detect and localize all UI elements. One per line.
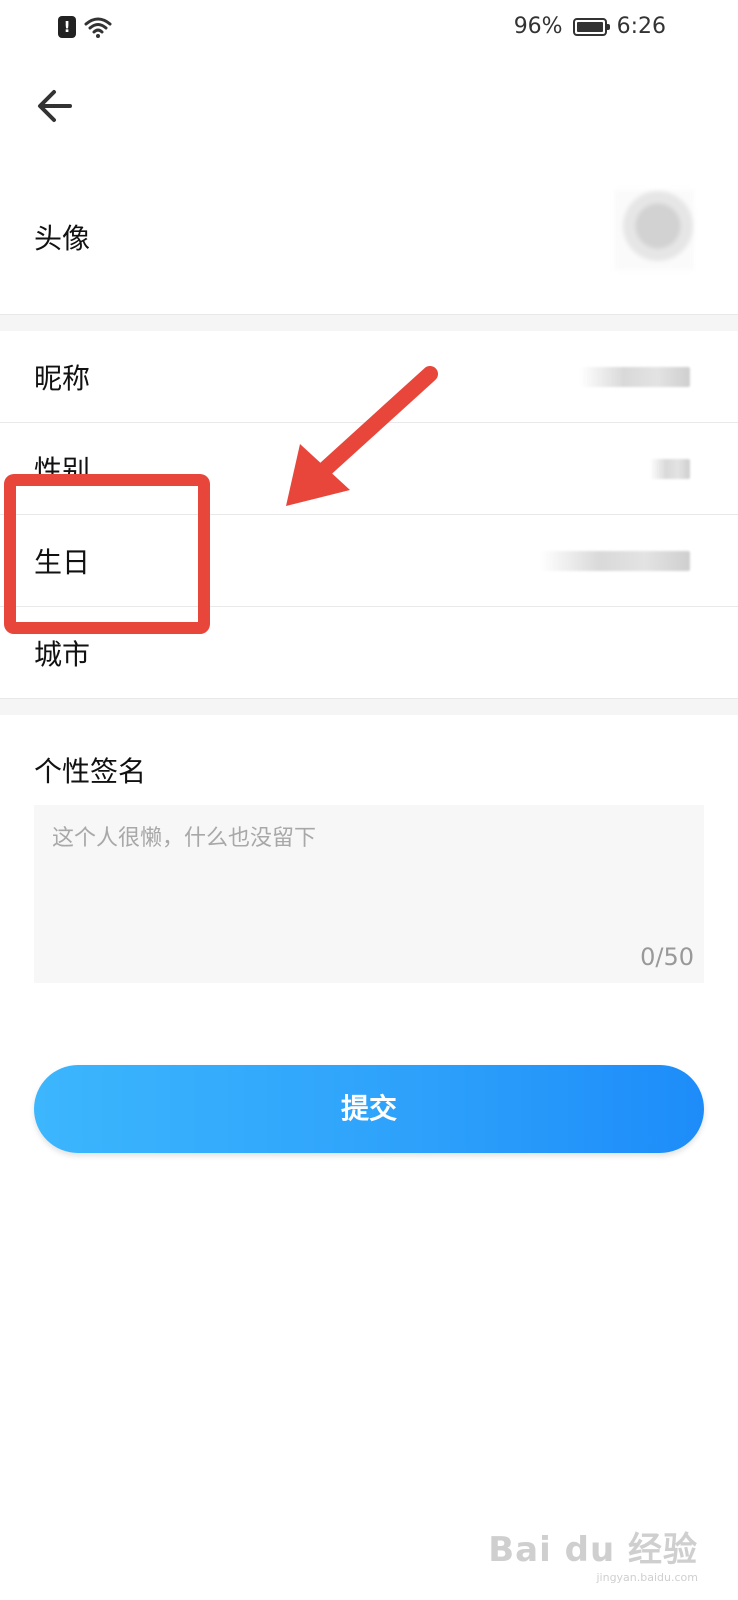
avatar-label: 头像 — [34, 222, 91, 255]
annotation-arrow-icon — [286, 366, 438, 506]
submit-button[interactable]: 提交 — [34, 1065, 704, 1153]
signature-box[interactable]: 0/50 — [34, 805, 704, 983]
watermark-main: Bai du 经验 — [488, 1530, 698, 1570]
birthday-value — [540, 550, 690, 571]
sim-alert-icon: ! — [58, 16, 76, 38]
status-bar: ! 96% 6:26 — [0, 0, 738, 56]
avatar[interactable] — [614, 190, 694, 270]
arrow-left-icon — [38, 90, 72, 122]
watermark-logo: Bai du 经验 jingyan.baidu.com — [488, 1522, 698, 1584]
battery-icon — [572, 17, 610, 36]
status-right: 96% 6:26 — [514, 14, 666, 39]
gender-value — [650, 458, 690, 479]
nickname-value — [580, 366, 690, 387]
back-button[interactable] — [30, 82, 82, 130]
section-divider — [0, 315, 738, 331]
status-left: ! — [58, 16, 112, 38]
watermark-sub: jingyan.baidu.com — [596, 1571, 698, 1584]
nickname-label: 昵称 — [34, 361, 91, 395]
section-divider-2 — [0, 699, 738, 715]
char-count: 0/50 — [640, 943, 694, 971]
clock: 6:26 — [616, 14, 666, 39]
battery-percent: 96% — [513, 14, 563, 39]
city-label: 城市 — [34, 637, 91, 671]
wifi-icon — [84, 17, 112, 38]
signature-input[interactable] — [50, 825, 654, 852]
annotation-highlight-box — [4, 474, 210, 634]
signature-label: 个性签名 — [34, 755, 147, 788]
